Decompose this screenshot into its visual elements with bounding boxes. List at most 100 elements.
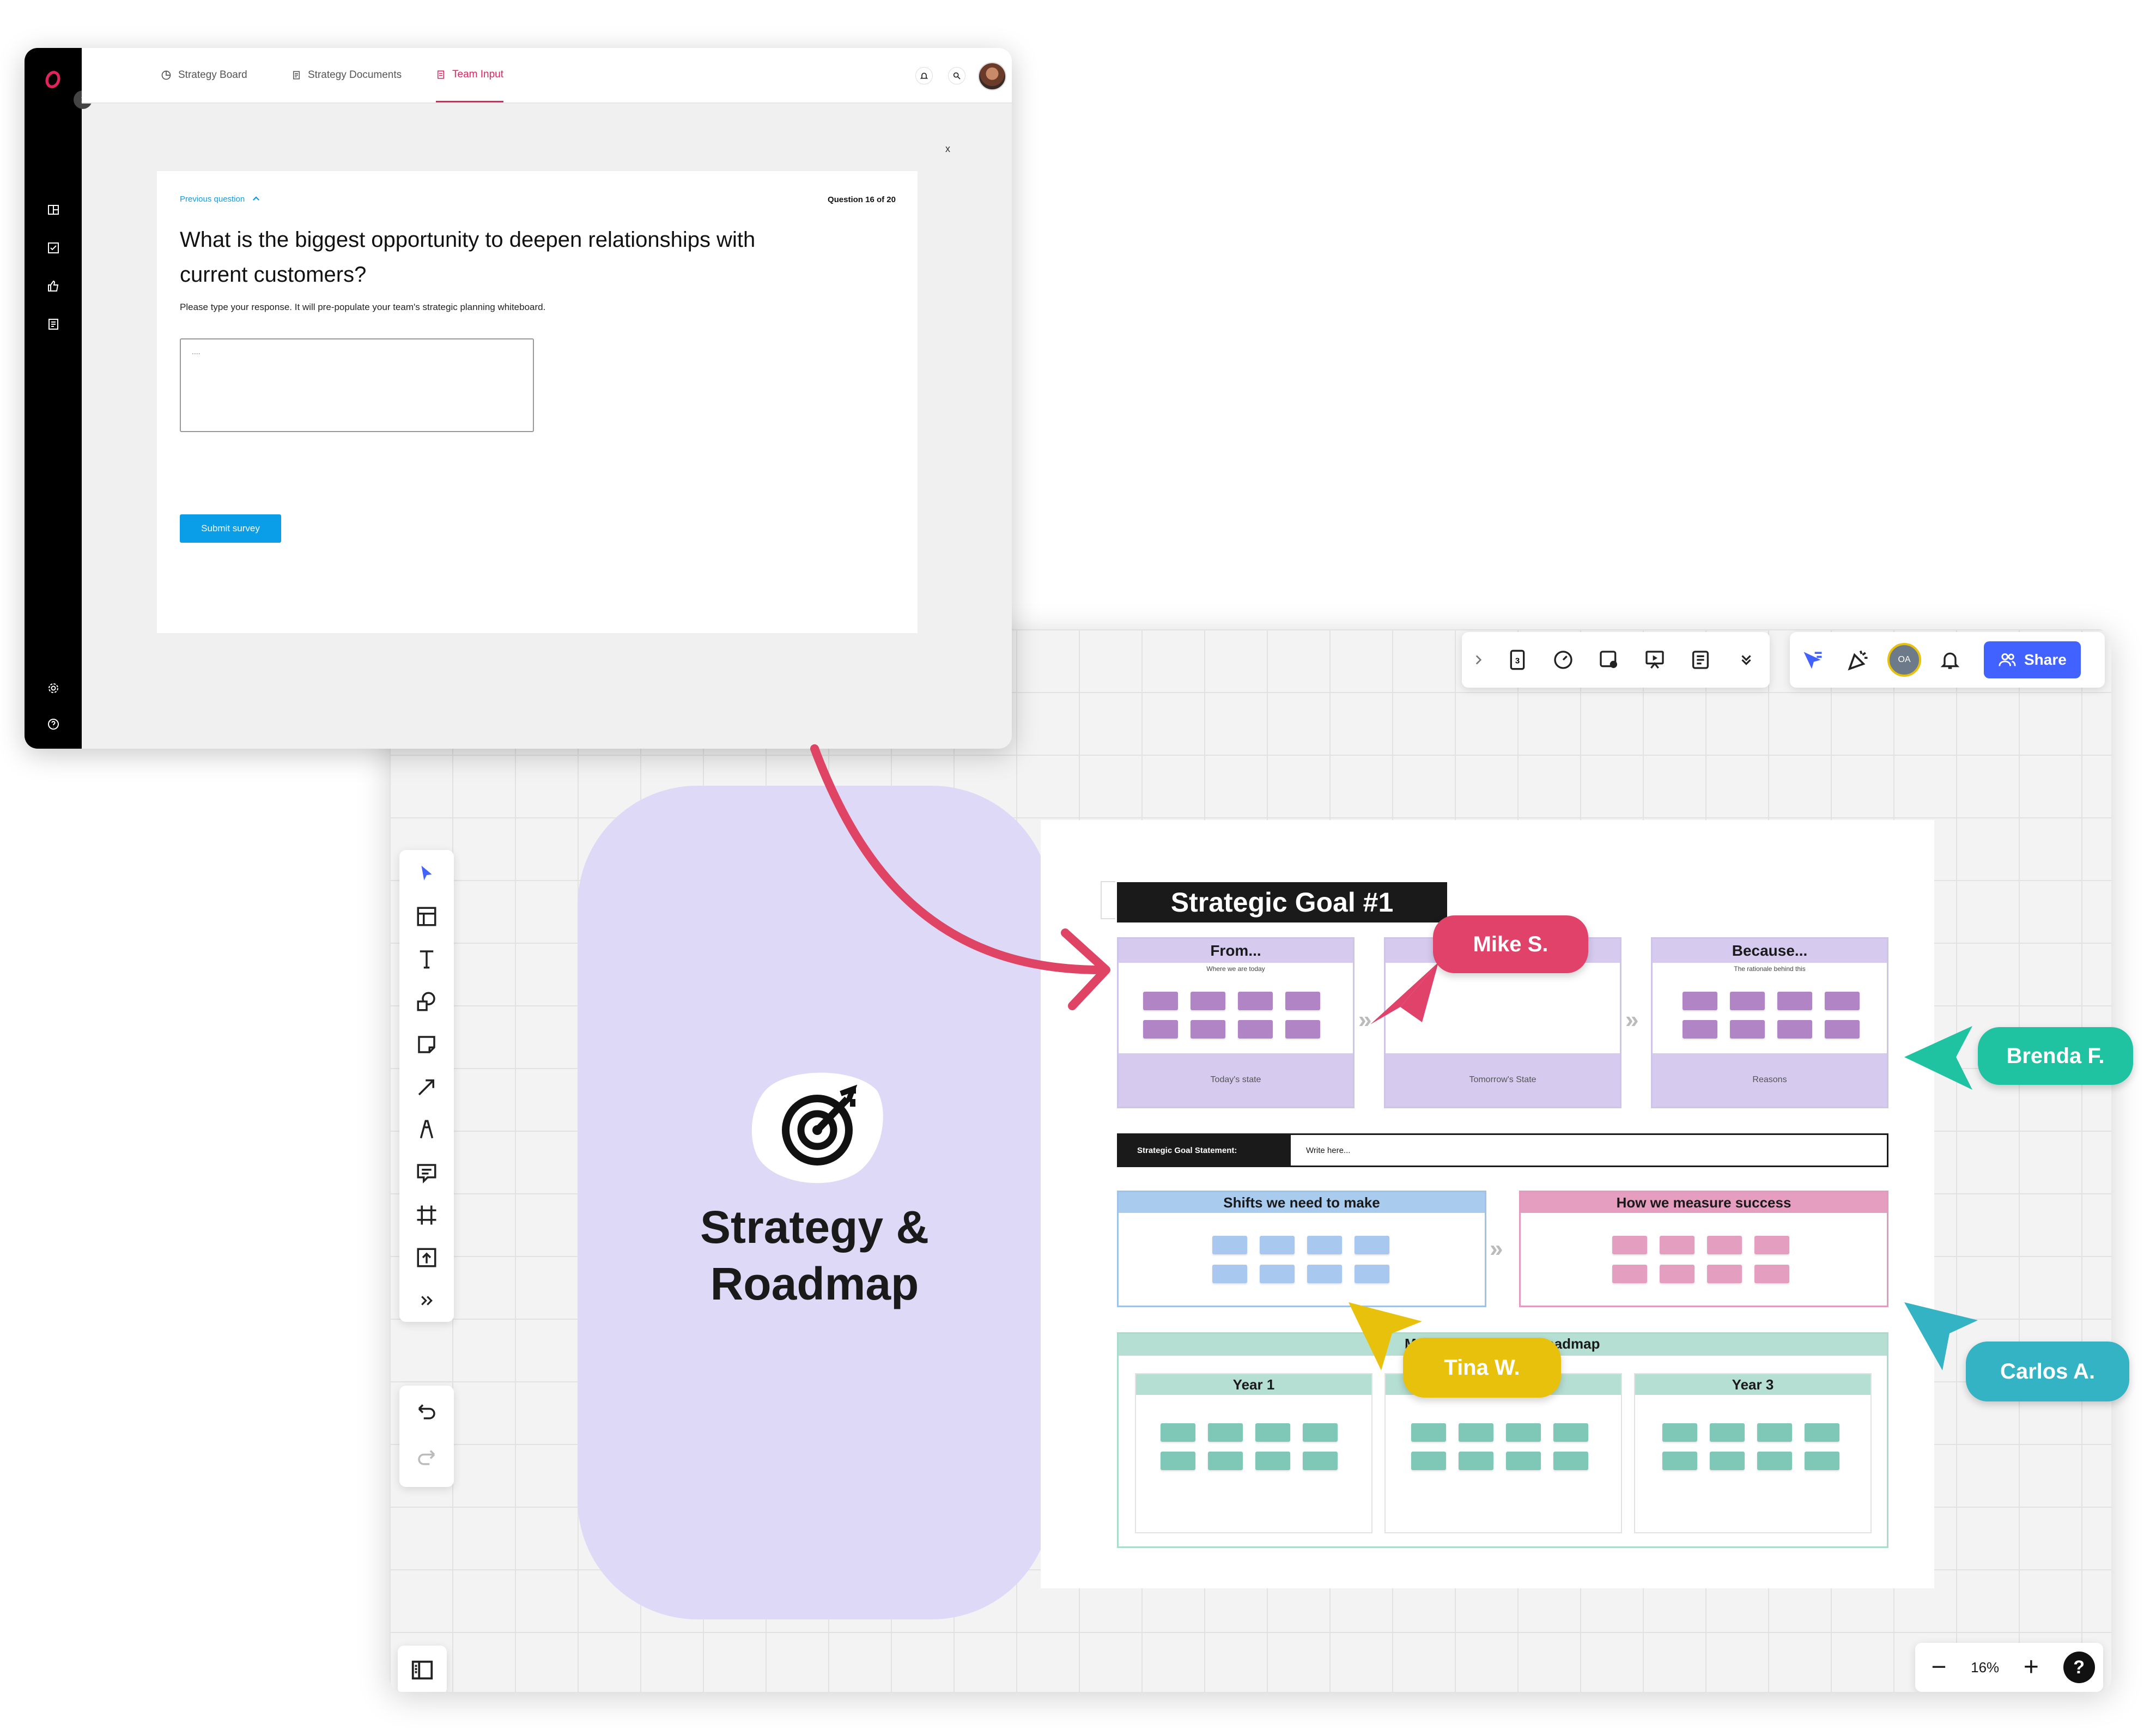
add-widget-icon[interactable] (1586, 637, 1632, 683)
sticky-note[interactable] (1805, 1452, 1839, 1470)
sticky-note[interactable] (1553, 1452, 1588, 1470)
sticky-note[interactable] (1660, 1265, 1695, 1283)
notes-icon[interactable] (1678, 637, 1723, 683)
sticky-note[interactable] (1411, 1423, 1446, 1442)
sticky-note[interactable] (1285, 1020, 1320, 1039)
sticky-note[interactable] (1683, 1020, 1717, 1039)
tab-team-input[interactable]: Team Input (436, 48, 503, 102)
dashboard-icon[interactable] (45, 202, 62, 218)
notifications-button[interactable] (915, 67, 933, 84)
avatar[interactable] (978, 62, 1006, 90)
sticky-note[interactable] (1683, 992, 1717, 1010)
sticky-note[interactable] (1757, 1452, 1792, 1470)
sticky-note[interactable] (1754, 1236, 1789, 1254)
zoom-in-button[interactable]: + (2016, 1654, 2046, 1680)
sticky-note[interactable] (1208, 1452, 1243, 1470)
sticky-note[interactable] (1161, 1423, 1195, 1442)
sticky-note[interactable] (1777, 992, 1812, 1010)
more-tools-icon[interactable] (404, 1279, 450, 1322)
sticky-note[interactable] (1355, 1265, 1389, 1283)
frame-icon[interactable] (404, 1194, 450, 1236)
thumbs-up-icon[interactable] (45, 278, 62, 294)
zoom-level[interactable]: 16% (1971, 1659, 1999, 1676)
sticky-note[interactable] (1260, 1236, 1295, 1254)
previous-question-link[interactable]: Previous question (180, 194, 261, 204)
celebrate-icon[interactable] (1836, 637, 1881, 683)
bell-icon[interactable] (1927, 637, 1973, 683)
sticky-note-icon[interactable] (404, 1023, 450, 1065)
sticky-note[interactable] (1730, 1020, 1765, 1039)
sticky-note[interactable] (1307, 1265, 1342, 1283)
sticky-note[interactable] (1506, 1452, 1541, 1470)
cursor-follow-icon[interactable] (1790, 637, 1836, 683)
arrow-line-icon[interactable] (404, 1066, 450, 1108)
shapes-icon[interactable] (404, 980, 450, 1023)
goal-statement-input[interactable]: Write here... (1291, 1135, 1887, 1166)
sticky-note[interactable] (1553, 1423, 1588, 1442)
sticky-note[interactable] (1754, 1265, 1789, 1283)
help-button[interactable]: ? (2063, 1652, 2095, 1683)
sticky-note[interactable] (1143, 1020, 1178, 1039)
sticky-note[interactable] (1191, 1020, 1225, 1039)
sticky-note[interactable] (1143, 992, 1178, 1010)
measure-section[interactable]: How we measure success (1519, 1191, 1888, 1307)
sticky-note[interactable] (1707, 1236, 1742, 1254)
undo-icon[interactable] (404, 1388, 450, 1434)
sticky-note[interactable] (1459, 1423, 1493, 1442)
sticky-note[interactable] (1212, 1236, 1247, 1254)
sticky-note[interactable] (1238, 1020, 1273, 1039)
sticky-note[interactable] (1662, 1423, 1697, 1442)
sticky-note[interactable] (1730, 992, 1765, 1010)
checkbox-icon[interactable] (45, 240, 62, 256)
sticky-note[interactable] (1238, 992, 1273, 1010)
presentation-icon[interactable] (1632, 637, 1678, 683)
sticky-note[interactable] (1208, 1423, 1243, 1442)
sticky-note[interactable] (1825, 992, 1860, 1010)
comment-icon[interactable] (404, 1151, 450, 1194)
sticky-note[interactable] (1255, 1452, 1290, 1470)
chevron-right-icon[interactable] (1462, 637, 1495, 683)
help-circle-icon[interactable] (45, 716, 62, 732)
sticky-note[interactable] (1805, 1423, 1839, 1442)
sticky-note[interactable] (1191, 992, 1225, 1010)
templates-icon[interactable] (404, 895, 450, 937)
tab-strategy-documents[interactable]: Strategy Documents (291, 48, 402, 102)
sticky-note[interactable] (1710, 1423, 1745, 1442)
sticky-note[interactable] (1757, 1423, 1792, 1442)
settings-gear-icon[interactable] (45, 680, 62, 696)
sticky-note[interactable] (1707, 1265, 1742, 1283)
column-from[interactable]: From... Where we are today Today's state (1117, 937, 1355, 1108)
sticky-note[interactable] (1161, 1452, 1195, 1470)
sticky-note[interactable] (1777, 1020, 1812, 1039)
panel-toggle-button[interactable] (398, 1646, 447, 1692)
board-title[interactable]: Strategic Goal #1 (1117, 882, 1447, 922)
close-button[interactable]: x (945, 143, 950, 155)
sticky-note[interactable] (1612, 1265, 1647, 1283)
upload-icon[interactable] (404, 1236, 450, 1279)
sticky-note[interactable] (1303, 1452, 1338, 1470)
redo-icon[interactable] (404, 1434, 450, 1479)
sticky-note[interactable] (1710, 1452, 1745, 1470)
sticky-note[interactable] (1506, 1423, 1541, 1442)
sticky-note[interactable] (1212, 1265, 1247, 1283)
year-column[interactable]: Year 3 (1634, 1373, 1872, 1533)
submit-survey-button[interactable]: Submit survey (180, 514, 281, 543)
sticky-note[interactable] (1411, 1452, 1446, 1470)
pen-icon[interactable] (404, 1108, 450, 1151)
column-because[interactable]: Because... The rationale behind this Rea… (1651, 937, 1888, 1108)
sticky-note[interactable] (1303, 1423, 1338, 1442)
zoom-out-button[interactable]: − (1923, 1654, 1954, 1680)
tab-strategy-board[interactable]: Strategy Board (161, 48, 247, 102)
response-textarea[interactable]: .... (180, 338, 534, 432)
sticky-note[interactable] (1260, 1265, 1295, 1283)
double-chevron-down-icon[interactable] (1723, 637, 1769, 683)
sticky-note[interactable] (1355, 1236, 1389, 1254)
timer-icon[interactable] (1540, 637, 1586, 683)
sticky-note[interactable] (1459, 1452, 1493, 1470)
select-cursor-icon[interactable] (404, 852, 450, 895)
sticky-note[interactable] (1255, 1423, 1290, 1442)
sticky-note[interactable] (1825, 1020, 1860, 1039)
shifts-section[interactable]: Shifts we need to make (1117, 1191, 1486, 1307)
text-tool-icon[interactable] (404, 938, 450, 980)
search-button[interactable] (948, 67, 965, 84)
